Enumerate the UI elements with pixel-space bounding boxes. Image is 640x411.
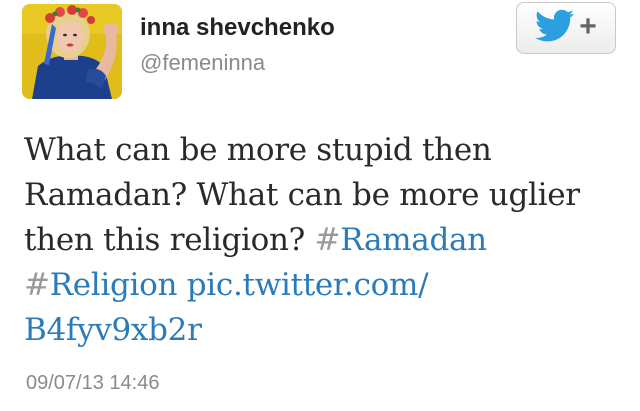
tweet-line-2: Ramadan? What can be more uglier: [24, 177, 580, 213]
pic-link-part-1[interactable]: pic.twitter.com/: [187, 267, 429, 303]
user-display-name[interactable]: inna shevchenko: [140, 14, 335, 42]
avatar[interactable]: [22, 4, 122, 99]
hashtag-ramadan-link[interactable]: #Ramadan: [314, 222, 488, 258]
tweet-line-4: #Religion pic.twitter.com/: [24, 263, 624, 308]
hashtag-text: Religion: [49, 267, 178, 303]
hashtag-symbol: #: [24, 267, 50, 303]
tweet-timestamp[interactable]: 09/07/13 14:46: [26, 372, 159, 395]
hashtag-symbol: #: [314, 222, 341, 258]
tweet-line-3-text: then this religion?: [24, 222, 315, 258]
tweet-line-3: then this religion? #Ramadan: [24, 218, 624, 263]
follow-plus-label: +: [579, 10, 597, 43]
follow-button[interactable]: +: [516, 2, 616, 54]
user-handle[interactable]: @femeninna: [140, 50, 265, 76]
tweet-line-1: What can be more stupid then: [24, 132, 492, 168]
pic-link-part-2[interactable]: B4fyv9xb2r: [24, 312, 202, 348]
tweet-text: What can be more stupid then Ramadan? Wh…: [24, 128, 624, 353]
twitter-bird-icon: [535, 9, 575, 48]
hashtag-religion-link[interactable]: #Religion: [24, 267, 178, 303]
hashtag-text: Ramadan: [340, 222, 487, 258]
tweet-line-5: B4fyv9xb2r: [24, 308, 624, 353]
